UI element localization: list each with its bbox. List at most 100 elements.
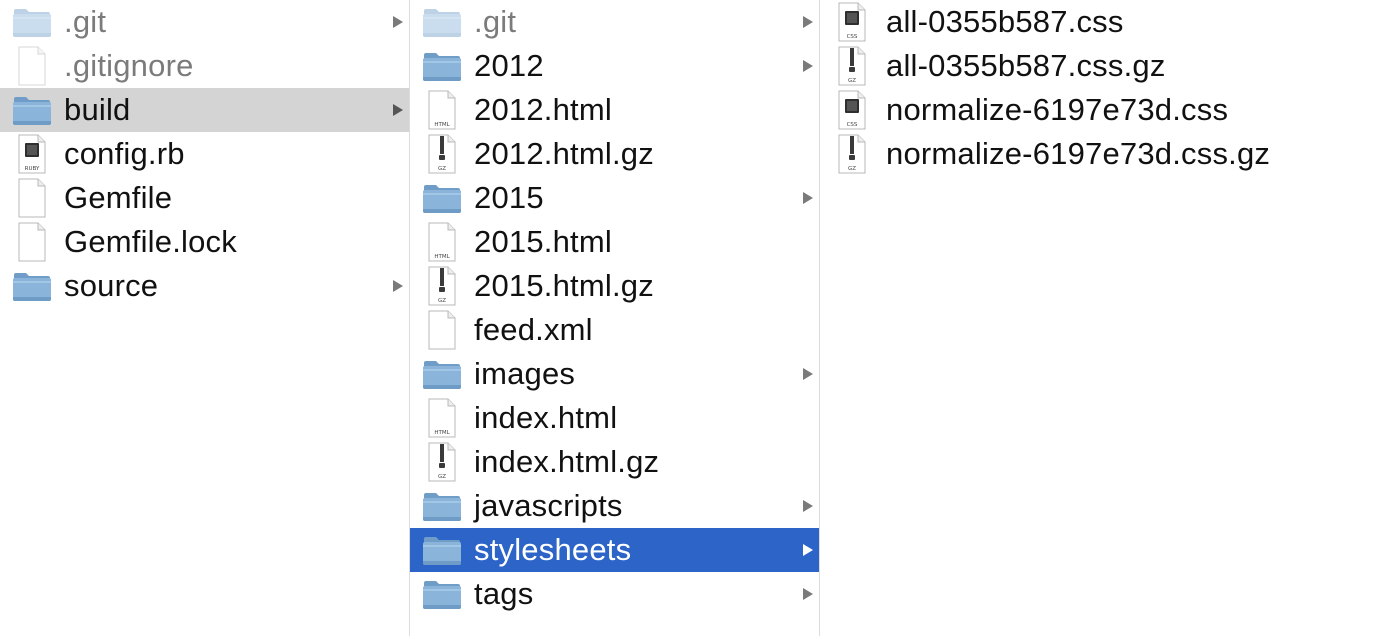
item-name: 2012.html.gz <box>474 136 654 171</box>
file-row[interactable]: GZ 2015.html.gz <box>410 264 819 308</box>
gz-archive-icon: GZ <box>420 264 464 308</box>
gz-archive-icon: GZ <box>420 132 464 176</box>
item-name: .gitignore <box>64 48 194 83</box>
column-stylesheets[interactable]: CSS all-0355b587.css GZ all-0355b587.css.gz… <box>819 0 1392 636</box>
folder-row[interactable]: images <box>410 352 819 396</box>
folder-icon <box>10 88 54 132</box>
gz-archive-icon: GZ <box>830 132 874 176</box>
item-name: stylesheets <box>474 532 632 567</box>
item-name: config.rb <box>64 136 185 171</box>
document-icon <box>420 308 464 352</box>
html-file-icon: HTML <box>420 396 464 440</box>
folder-icon <box>420 528 464 572</box>
folder-row[interactable]: javascripts <box>410 484 819 528</box>
gz-archive-icon: GZ <box>830 44 874 88</box>
html-file-icon: HTML <box>420 220 464 264</box>
file-row[interactable]: CSS all-0355b587.css <box>820 0 1392 44</box>
item-name: feed.xml <box>474 312 593 347</box>
svg-text:GZ: GZ <box>438 166 446 172</box>
folder-row[interactable]: source <box>0 264 409 308</box>
item-name: .git <box>64 4 107 39</box>
disclosure-arrow-icon[interactable] <box>803 588 813 600</box>
svg-text:HTML: HTML <box>434 122 450 128</box>
css-file-icon: CSS <box>830 0 874 44</box>
item-name: source <box>64 268 159 303</box>
folder-row[interactable]: .git <box>410 0 819 44</box>
item-name: Gemfile <box>64 180 173 215</box>
item-name: images <box>474 356 576 391</box>
folder-row[interactable]: 2015 <box>410 176 819 220</box>
file-row[interactable]: feed.xml <box>410 308 819 352</box>
folder-icon <box>420 352 464 396</box>
item-name: all-0355b587.css.gz <box>886 48 1166 83</box>
svg-text:CSS: CSS <box>847 34 858 40</box>
file-row[interactable]: GZ normalize-6197e73d.css.gz <box>820 132 1392 176</box>
file-row[interactable]: HTML 2012.html <box>410 88 819 132</box>
document-icon <box>10 44 54 88</box>
css-file-icon: CSS <box>830 88 874 132</box>
folder-icon <box>420 572 464 616</box>
disclosure-arrow-icon[interactable] <box>393 104 403 116</box>
disclosure-arrow-icon[interactable] <box>393 16 403 28</box>
folder-row[interactable]: .git <box>0 0 409 44</box>
folder-icon <box>420 484 464 528</box>
folder-icon <box>420 44 464 88</box>
file-row[interactable]: CSS normalize-6197e73d.css <box>820 88 1392 132</box>
svg-text:HTML: HTML <box>434 254 450 260</box>
svg-text:GZ: GZ <box>438 298 446 304</box>
disclosure-arrow-icon[interactable] <box>803 368 813 380</box>
item-name: .git <box>474 4 517 39</box>
folder-icon <box>420 176 464 220</box>
file-row[interactable]: RUBY config.rb <box>0 132 409 176</box>
file-row[interactable]: GZ index.html.gz <box>410 440 819 484</box>
ruby-file-icon: RUBY <box>10 132 54 176</box>
svg-text:HTML: HTML <box>434 430 450 436</box>
disclosure-arrow-icon[interactable] <box>393 280 403 292</box>
column-root[interactable]: .git .gitignore build RUBY config.rb Gemfile G… <box>0 0 409 636</box>
item-name: tags <box>474 576 534 611</box>
item-name: 2015 <box>474 180 544 215</box>
svg-text:GZ: GZ <box>848 166 856 172</box>
item-name: 2015.html <box>474 224 612 259</box>
file-row[interactable]: HTML index.html <box>410 396 819 440</box>
disclosure-arrow-icon[interactable] <box>803 500 813 512</box>
item-name: 2012 <box>474 48 544 83</box>
svg-text:CSS: CSS <box>847 122 858 128</box>
item-name: all-0355b587.css <box>886 4 1124 39</box>
html-file-icon: HTML <box>420 88 464 132</box>
item-name: Gemfile.lock <box>64 224 237 259</box>
item-name: index.html <box>474 400 618 435</box>
item-name: index.html.gz <box>474 444 660 479</box>
finder-column-browser: .git .gitignore build RUBY config.rb Gemfile G… <box>0 0 1392 636</box>
file-row[interactable]: .gitignore <box>0 44 409 88</box>
file-row[interactable]: Gemfile <box>0 176 409 220</box>
disclosure-arrow-icon[interactable] <box>803 60 813 72</box>
file-row[interactable]: Gemfile.lock <box>0 220 409 264</box>
item-name: normalize-6197e73d.css.gz <box>886 136 1271 171</box>
folder-icon <box>10 0 54 44</box>
folder-row[interactable]: stylesheets <box>410 528 819 572</box>
svg-text:GZ: GZ <box>438 474 446 480</box>
document-icon <box>10 220 54 264</box>
item-name: javascripts <box>474 488 623 523</box>
svg-text:GZ: GZ <box>848 78 856 84</box>
folder-row[interactable]: build <box>0 88 409 132</box>
file-row[interactable]: GZ 2012.html.gz <box>410 132 819 176</box>
disclosure-arrow-icon[interactable] <box>803 192 813 204</box>
disclosure-arrow-icon[interactable] <box>803 16 813 28</box>
item-name: build <box>64 92 131 127</box>
file-row[interactable]: HTML 2015.html <box>410 220 819 264</box>
item-name: normalize-6197e73d.css <box>886 92 1229 127</box>
svg-text:RUBY: RUBY <box>25 166 40 172</box>
folder-row[interactable]: 2012 <box>410 44 819 88</box>
folder-icon <box>10 264 54 308</box>
document-icon <box>10 176 54 220</box>
disclosure-arrow-icon[interactable] <box>803 544 813 556</box>
gz-archive-icon: GZ <box>420 440 464 484</box>
folder-icon <box>420 0 464 44</box>
file-row[interactable]: GZ all-0355b587.css.gz <box>820 44 1392 88</box>
column-build[interactable]: .git 2012 HTML 2012.html GZ 2012.html.gz 2015 H… <box>409 0 819 636</box>
folder-row[interactable]: tags <box>410 572 819 616</box>
item-name: 2015.html.gz <box>474 268 654 303</box>
item-name: 2012.html <box>474 92 612 127</box>
